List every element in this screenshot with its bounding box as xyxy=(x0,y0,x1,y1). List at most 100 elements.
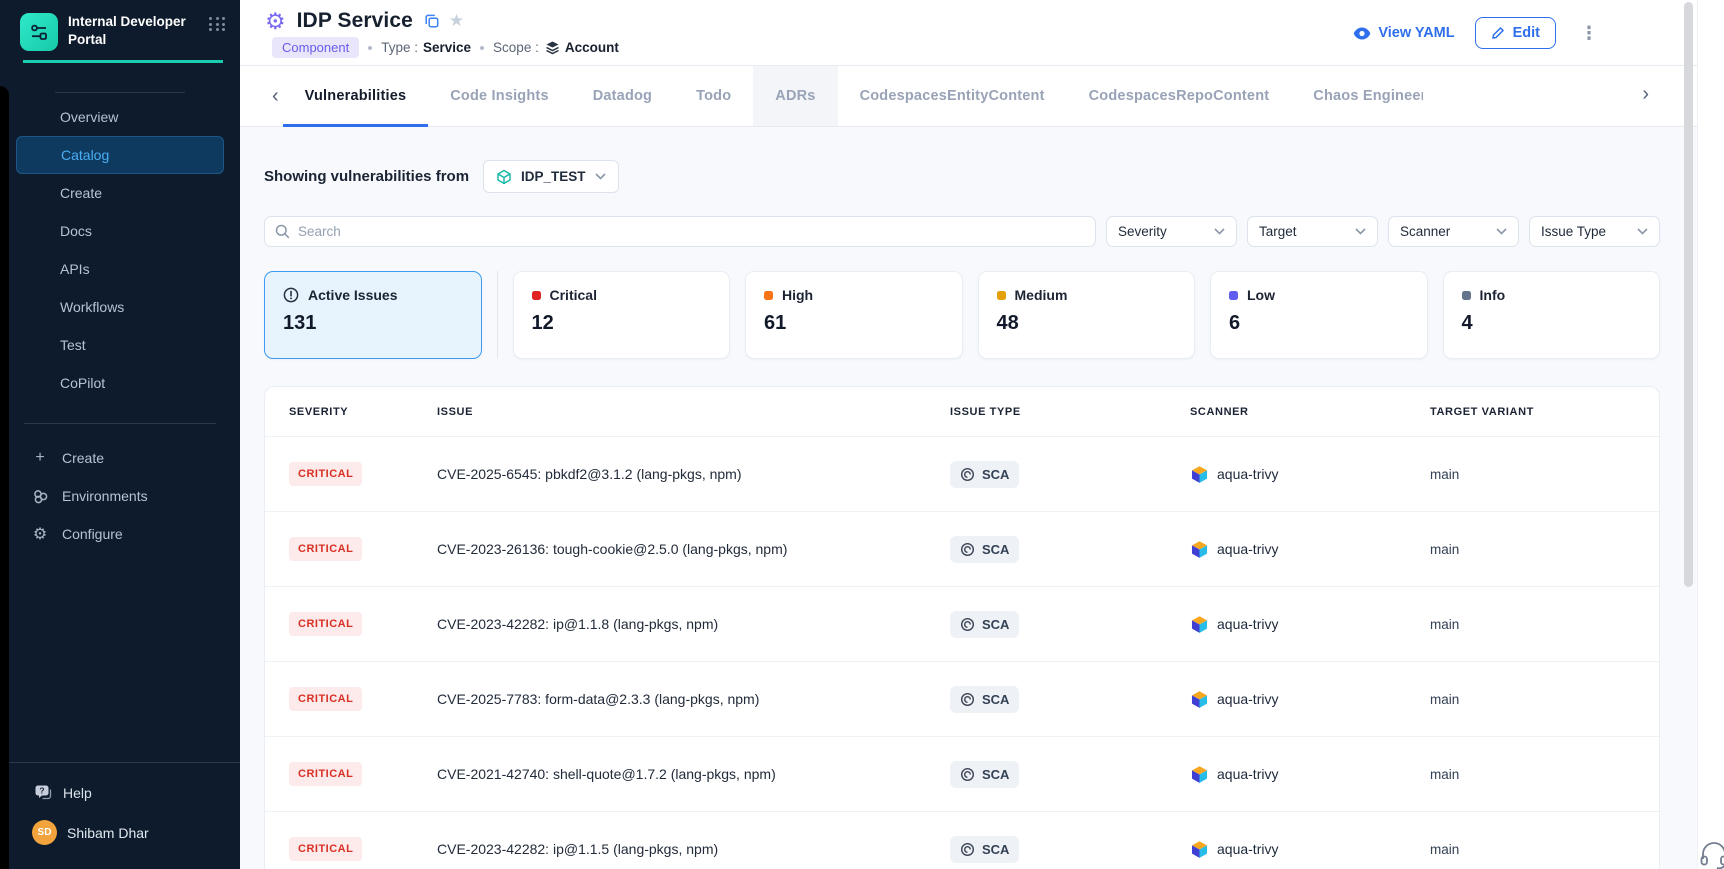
scanner-cell: aqua-trivy xyxy=(1190,615,1430,634)
help-button[interactable]: ? Help xyxy=(0,763,240,801)
table-row[interactable]: CRITICAL CVE-2023-42282: ip@1.1.5 (lang-… xyxy=(265,812,1659,869)
copy-icon[interactable] xyxy=(424,13,440,29)
favorite-star-icon[interactable]: ★ xyxy=(449,11,464,31)
target-variant-cell: main xyxy=(1430,467,1635,482)
tab-codespaces-entity-content[interactable]: CodespacesEntityContent xyxy=(838,66,1067,126)
edit-button[interactable]: Edit xyxy=(1475,17,1556,49)
tab-vulnerabilities[interactable]: Vulnerabilities xyxy=(283,66,429,126)
sidebar-item-workflows[interactable]: Workflows xyxy=(16,288,224,326)
tab-bar: ‹ Vulnerabilities Code Insights Datadog … xyxy=(240,66,1697,127)
filter-severity[interactable]: Severity xyxy=(1106,216,1237,247)
sidebar-divider xyxy=(24,423,216,424)
sidebar-item-catalog[interactable]: Catalog xyxy=(16,136,224,174)
kind-badge: Component xyxy=(272,37,359,58)
source-select[interactable]: IDP_TEST xyxy=(483,160,619,193)
service-gear-icon: ⚙ xyxy=(265,10,286,33)
filter-issue-type[interactable]: Issue Type xyxy=(1529,216,1660,247)
tab-codespaces-repo-content[interactable]: CodespacesRepoContent xyxy=(1067,66,1292,126)
tab-adrs[interactable]: ADRs xyxy=(753,66,837,126)
app-title: Internal Developer Portal xyxy=(68,13,186,48)
brand-underline xyxy=(23,60,223,63)
stat-value: 61 xyxy=(764,312,944,335)
tabs-scroll-right-icon[interactable]: › xyxy=(1638,84,1653,104)
sidebar-item-apis[interactable]: APIs xyxy=(16,250,224,288)
vertical-scrollbar[interactable] xyxy=(1684,2,1693,587)
stat-card-active-issues[interactable]: Active Issues 131 xyxy=(264,271,482,359)
sidebar-item-copilot[interactable]: CoPilot xyxy=(16,364,224,402)
sidebar-header: Internal Developer Portal xyxy=(0,0,240,51)
tab-datadog[interactable]: Datadog xyxy=(571,66,674,126)
sca-icon xyxy=(960,542,975,557)
sidebar-configure-button[interactable]: ⚙ Configure xyxy=(16,515,224,553)
sidebar-environments-button[interactable]: Environments xyxy=(16,477,224,515)
svg-text:?: ? xyxy=(39,786,44,796)
issue-type-badge: SCA xyxy=(950,686,1019,713)
right-margin xyxy=(1697,0,1724,869)
target-variant-cell: main xyxy=(1430,842,1635,857)
stat-card-low[interactable]: Low 6 xyxy=(1210,271,1428,359)
severity-badge: CRITICAL xyxy=(289,612,362,636)
scanner-cell: aqua-trivy xyxy=(1190,465,1430,484)
vulnerabilities-table: SEVERITY ISSUE ISSUE TYPE SCANNER TARGET… xyxy=(264,386,1660,869)
sca-icon xyxy=(960,617,975,632)
stat-value: 48 xyxy=(997,312,1177,335)
table-row[interactable]: CRITICAL CVE-2025-7783: form-data@2.3.3 … xyxy=(265,662,1659,737)
sidebar-footer: ? Help SD Shibam Dhar xyxy=(0,762,240,845)
scanner-cell: aqua-trivy xyxy=(1190,840,1430,859)
trivy-icon xyxy=(1190,615,1209,634)
sidebar-item-overview[interactable]: Overview xyxy=(16,98,224,136)
sidebar-item-create[interactable]: Create xyxy=(16,174,224,212)
sidebar-nav: Overview Catalog Create Docs APIs Workfl… xyxy=(0,98,240,402)
issue-type-badge: SCA xyxy=(950,536,1019,563)
severity-badge: CRITICAL xyxy=(289,837,362,861)
stat-card-medium[interactable]: Medium 48 xyxy=(978,271,1196,359)
table-row[interactable]: CRITICAL CVE-2021-42740: shell-quote@1.7… xyxy=(265,737,1659,812)
help-chat-icon: ? xyxy=(34,784,53,801)
tab-code-insights[interactable]: Code Insights xyxy=(428,66,570,126)
separator-dot xyxy=(368,46,372,50)
chevron-down-icon xyxy=(1637,228,1648,235)
scanner-cell: aqua-trivy xyxy=(1190,690,1430,709)
app-switcher-icon[interactable] xyxy=(209,17,226,31)
issue-cell: CVE-2023-42282: ip@1.1.5 (lang-pkgs, npm… xyxy=(437,841,950,857)
sidebar-item-test[interactable]: Test xyxy=(16,326,224,364)
sidebar-create-button[interactable]: + Create xyxy=(16,439,224,477)
entity-header: ⚙ IDP Service ★ Component Type : Service… xyxy=(240,0,1697,66)
view-yaml-button[interactable]: View YAML xyxy=(1353,25,1454,41)
user-menu[interactable]: SD Shibam Dhar xyxy=(0,801,240,845)
environments-icon xyxy=(30,488,50,505)
table-row[interactable]: CRITICAL CVE-2023-42282: ip@1.1.8 (lang-… xyxy=(265,587,1659,662)
tab-chaos-engineering[interactable]: Chaos Engineerin xyxy=(1291,66,1423,126)
support-headset-icon[interactable] xyxy=(1699,841,1724,869)
filter-scanner[interactable]: Scanner xyxy=(1388,216,1519,247)
table-row[interactable]: CRITICAL CVE-2023-26136: tough-cookie@2.… xyxy=(265,512,1659,587)
search-input[interactable] xyxy=(298,224,1085,239)
main-panel: ⚙ IDP Service ★ Component Type : Service… xyxy=(240,0,1697,869)
more-options-icon[interactable]: ⋮ xyxy=(1576,23,1602,44)
issue-cell: CVE-2025-6545: pbkdf2@3.1.2 (lang-pkgs, … xyxy=(437,466,950,482)
stat-value: 12 xyxy=(532,312,712,335)
severity-badge: CRITICAL xyxy=(289,462,362,486)
tab-todo[interactable]: Todo xyxy=(674,66,753,126)
tabs-scroll-left-icon[interactable]: ‹ xyxy=(268,86,283,106)
sidebar-item-docs[interactable]: Docs xyxy=(16,212,224,250)
filter-target[interactable]: Target xyxy=(1247,216,1378,247)
trivy-icon xyxy=(1190,765,1209,784)
layers-icon xyxy=(545,40,560,55)
trivy-icon xyxy=(1190,540,1209,559)
stat-card-info[interactable]: Info 4 xyxy=(1443,271,1661,359)
severity-badge: CRITICAL xyxy=(289,537,362,561)
search-icon xyxy=(275,224,290,239)
chevron-down-icon xyxy=(595,173,606,180)
trivy-icon xyxy=(1190,690,1209,709)
trivy-icon xyxy=(1190,465,1209,484)
severity-badge: CRITICAL xyxy=(289,687,362,711)
stat-card-critical[interactable]: Critical 12 xyxy=(513,271,731,359)
issue-cell: CVE-2025-7783: form-data@2.3.3 (lang-pkg… xyxy=(437,691,950,707)
table-row[interactable]: CRITICAL CVE-2025-6545: pbkdf2@3.1.2 (la… xyxy=(265,437,1659,512)
scope-label: Scope : xyxy=(493,40,539,55)
issue-type-badge: SCA xyxy=(950,611,1019,638)
stat-card-high[interactable]: High 61 xyxy=(745,271,963,359)
target-variant-cell: main xyxy=(1430,767,1635,782)
stats-row: Active Issues 131 Critical 12 High 61 Me… xyxy=(264,271,1660,359)
